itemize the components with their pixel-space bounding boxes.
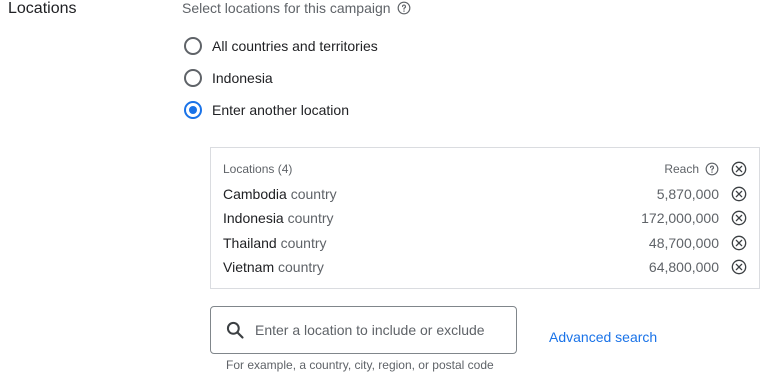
location-name: Indonesia (223, 210, 284, 226)
location-reach: 64,800,000 (648, 259, 719, 275)
remove-location-icon[interactable] (731, 259, 747, 275)
radio-enter-another-location[interactable]: Enter another location (184, 101, 349, 119)
locations-subtitle: Select locations for this campaign (182, 0, 411, 16)
locations-section-title: Locations (8, 0, 77, 17)
radio-indonesia[interactable]: Indonesia (184, 69, 273, 87)
location-name-wrap: Thailand country (223, 235, 327, 251)
search-icon (226, 321, 244, 339)
locations-panel: Locations (4) Reach Cambodia country 5,8… (210, 147, 760, 289)
location-reach: 172,000,000 (641, 210, 719, 226)
location-type: country (278, 259, 324, 275)
radio-label: Indonesia (212, 70, 273, 86)
location-row: Indonesia country 172,000,000 (223, 210, 747, 230)
location-row: Cambodia country 5,870,000 (223, 186, 747, 206)
help-icon[interactable] (705, 162, 719, 176)
location-name: Vietnam (223, 259, 275, 275)
location-search-input[interactable] (253, 321, 507, 339)
location-row: Vietnam country 64,800,000 (223, 259, 747, 279)
radio-button[interactable] (184, 101, 202, 119)
location-name-wrap: Cambodia country (223, 186, 337, 202)
radio-button[interactable] (184, 37, 202, 55)
location-name-wrap: Vietnam country (223, 259, 324, 275)
radio-button[interactable] (184, 69, 202, 87)
locations-panel-header: Locations (4) (223, 162, 293, 176)
reach-label: Reach (664, 162, 699, 176)
radio-all-countries[interactable]: All countries and territories (184, 37, 378, 55)
remove-all-icon[interactable] (731, 161, 747, 177)
location-name: Thailand (223, 235, 277, 251)
location-name: Cambodia (223, 186, 287, 202)
radio-label: Enter another location (212, 102, 349, 118)
advanced-search-link[interactable]: Advanced search (549, 329, 657, 345)
subtitle-text: Select locations for this campaign (182, 0, 391, 16)
location-reach: 5,870,000 (656, 186, 719, 202)
location-type: country (290, 186, 337, 202)
radio-label: All countries and territories (212, 38, 378, 54)
location-reach: 48,700,000 (648, 235, 719, 251)
remove-location-icon[interactable] (731, 210, 747, 226)
search-hint: For example, a country, city, region, or… (226, 358, 494, 372)
help-icon[interactable] (397, 1, 411, 15)
location-name-wrap: Indonesia country (223, 210, 334, 226)
location-type: country (280, 235, 327, 251)
reach-header: Reach (664, 162, 719, 176)
remove-location-icon[interactable] (731, 186, 747, 202)
location-search-box[interactable] (210, 306, 517, 354)
location-row: Thailand country 48,700,000 (223, 235, 747, 255)
location-type: country (287, 210, 334, 226)
remove-location-icon[interactable] (731, 235, 747, 251)
